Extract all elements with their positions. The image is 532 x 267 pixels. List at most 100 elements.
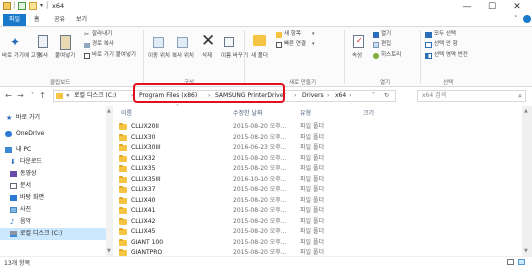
tab-view[interactable]: 보기 (70, 14, 93, 26)
rename-button[interactable]: 이름 바꾸기 (219, 33, 248, 73)
new-item-button[interactable]: 새 항목 ▾ (276, 31, 336, 40)
select-all-button[interactable]: 모두 선택 (425, 31, 485, 40)
nav-item-this-pc[interactable]: 내 PC (0, 144, 106, 156)
nav-item-videos[interactable]: 동영상 (0, 168, 106, 180)
table-row[interactable]: CLLIX32 2015-08-20 오후... 파일 폴더 (113, 154, 503, 165)
folder-icon (119, 133, 127, 141)
select-none-button[interactable]: 선택 안 함 (425, 41, 485, 50)
item-count: 13개 항목 (4, 260, 31, 267)
nav-item-music[interactable]: ♪ 음악 (0, 216, 106, 228)
edit-button[interactable]: 편집 (373, 41, 413, 50)
customize-toolbar-chevron-icon[interactable]: ▾ (40, 2, 43, 9)
sort-ascending-icon: ˄ (176, 104, 179, 111)
nav-item-local-disk[interactable]: 로컬 디스크 (C:) (0, 228, 106, 240)
table-row[interactable]: CLLIX30III 2016-06-23 오후... 파일 폴더 (113, 143, 503, 154)
video-icon (10, 171, 17, 177)
cut-button[interactable]: ✂ 잘라내기 (84, 31, 134, 40)
table-row[interactable]: CLLIX35III 2016-10-10 오후... 파일 폴더 (113, 175, 503, 186)
file-type: 파일 폴더 (300, 228, 324, 235)
nav-item-pictures[interactable]: 사진 (0, 204, 106, 216)
copy-to-button[interactable]: 복사 위치 (172, 33, 194, 73)
file-type: 파일 폴더 (300, 144, 324, 151)
breadcrumb-drivers[interactable]: Drivers (302, 91, 324, 101)
easy-access-button[interactable]: 빠른 연결 ▾ (276, 41, 340, 50)
forward-arrow-icon[interactable]: → (15, 90, 26, 101)
search-input[interactable]: x64 검색 (422, 91, 446, 101)
scroll-up-icon[interactable]: ▲ (524, 108, 528, 114)
help-icon[interactable] (523, 15, 531, 23)
tab-share[interactable]: 공유 (48, 14, 71, 26)
column-header-size[interactable]: 크기 (363, 108, 374, 119)
nav-item-downloads[interactable]: ⬇ 다운로드 (0, 156, 106, 168)
open-button[interactable]: 열기 (373, 31, 413, 40)
address-history-chevron-down-icon[interactable]: ˅ (372, 91, 375, 101)
ribbon-divider (344, 30, 345, 84)
breadcrumb-x64[interactable]: x64 (335, 91, 346, 101)
file-name: CLLIX35III (131, 175, 161, 183)
nav-item-quick-access[interactable]: ★ 바로 가기 (0, 112, 106, 124)
delete-button[interactable]: ✕ 삭제 (199, 31, 217, 73)
large-icons-view-icon[interactable] (518, 259, 525, 265)
search-icon[interactable]: ⌕ (518, 91, 522, 101)
close-button[interactable]: ✕ (506, 1, 528, 13)
column-header-modified[interactable]: 수정한 날짜 (233, 108, 263, 119)
invert-selection-button[interactable]: 선택 영역 반전 (425, 52, 491, 61)
copy-path-button[interactable]: 경로 복사 (84, 41, 134, 50)
minimize-button[interactable]: — (456, 1, 478, 13)
nav-item-desktop[interactable]: 바탕 화면 (0, 192, 106, 204)
table-row[interactable]: CLLIX40 2015-08-20 오후... 파일 폴더 (113, 196, 503, 207)
move-to-button[interactable]: 이동 위치 (148, 33, 170, 73)
scroll-down-icon[interactable]: ▼ (524, 248, 528, 254)
scroll-up-icon[interactable]: ▲ (107, 108, 111, 114)
file-type: 파일 폴더 (300, 238, 324, 246)
tab-file[interactable]: 파일 (3, 14, 27, 26)
paste-button[interactable]: 붙여넣기 (55, 33, 77, 73)
table-row[interactable]: CLLIX42 2015-08-20 오후... 파일 폴더 (113, 217, 503, 228)
breadcrumb-overflow[interactable]: « (66, 91, 70, 101)
file-list-scrollbar[interactable]: ▲ ▼ (522, 106, 532, 256)
nav-item-onedrive[interactable]: OneDrive (0, 128, 106, 140)
table-row[interactable]: CLLIX20II 2015-08-20 오후... 파일 폴더 (113, 122, 503, 133)
file-name: GIANT 100 (131, 238, 164, 246)
nav-pane-scrollbar[interactable]: ▲ ▼ (106, 106, 113, 256)
details-view-icon[interactable] (507, 259, 514, 265)
cloud-icon (5, 131, 12, 137)
history-button[interactable]: 히스토리 (373, 52, 417, 61)
nav-item-documents[interactable]: 문서 (0, 180, 106, 192)
easy-access-chevron-down-icon: ▾ (312, 41, 315, 47)
copy-button[interactable]: 복사 (35, 33, 53, 73)
file-type: 파일 폴더 (300, 207, 324, 214)
breadcrumb-local-disk[interactable]: 로컬 디스크 (C:) (74, 91, 116, 101)
table-row[interactable]: CLLIX37 2015-08-20 오후... 파일 폴더 (113, 185, 503, 196)
table-row[interactable]: CLLIX35 2015-08-20 오후... 파일 폴더 (113, 164, 503, 175)
table-row[interactable]: CLLIX45 2015-08-20 오후... 파일 폴더 (113, 227, 503, 238)
table-row[interactable]: CLLIX41 2015-08-20 오후... 파일 폴더 (113, 206, 503, 217)
properties-icon[interactable] (18, 2, 26, 10)
column-header-name[interactable]: 이름 (121, 108, 132, 119)
tab-home[interactable]: 홈 (28, 14, 46, 26)
new-folder-icon[interactable] (29, 2, 37, 10)
drive-icon (10, 231, 17, 237)
table-row[interactable]: GIANT 100 2015-08-20 오후... 파일 폴더 (113, 238, 503, 249)
file-modified: 2015-08-20 오후... (233, 207, 287, 214)
table-row[interactable]: CLLIX30 2015-08-20 오후... 파일 폴더 (113, 133, 503, 144)
folder-icon (3, 2, 11, 10)
folder-icon (119, 196, 127, 204)
back-arrow-icon[interactable]: ← (3, 90, 14, 101)
collapse-ribbon-chevron-icon[interactable]: ˅ (514, 15, 518, 23)
nav-label: 동영상 (20, 170, 37, 177)
paste-label: 붙여넣기 (55, 53, 76, 59)
paste-shortcut-button[interactable]: 바로 가기 붙여넣기 (84, 52, 140, 61)
file-name: CLLIX42 (131, 217, 156, 225)
pin-to-quick-access-button[interactable]: ✦ 바로 가기에 고정 (2, 33, 41, 73)
properties-button[interactable]: ✓ 속성 (349, 33, 369, 73)
scroll-down-icon[interactable]: ▼ (107, 248, 111, 254)
new-folder-button[interactable]: 새 폴더 (250, 33, 270, 73)
maximize-button[interactable]: ☐ (481, 1, 503, 13)
up-arrow-icon[interactable]: ↑ (37, 90, 48, 101)
refresh-icon[interactable]: ↻ (384, 91, 389, 101)
column-header-type[interactable]: 유형 (300, 108, 311, 119)
nav-label: 다운로드 (20, 158, 43, 165)
folder-icon (119, 186, 127, 193)
search-box[interactable]: x64 검색 ⌕ (417, 90, 526, 102)
